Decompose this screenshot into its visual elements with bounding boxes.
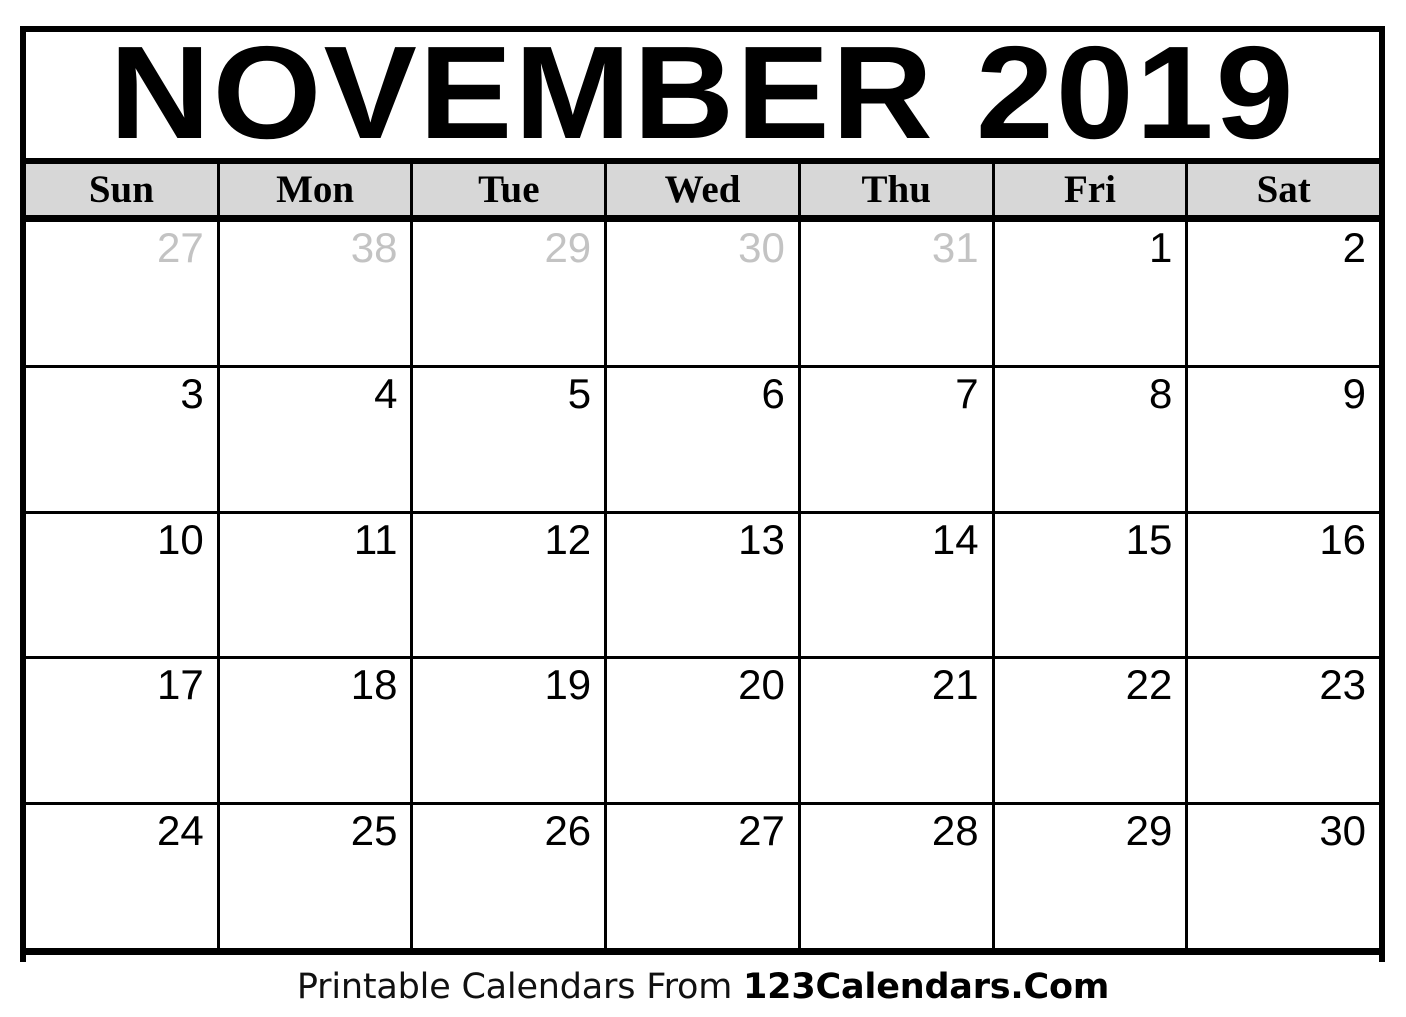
day-number: 1 [1148, 224, 1173, 271]
day-number: 16 [1319, 515, 1367, 563]
day-number: 10 [157, 515, 204, 563]
day-cell[interactable]: 19 [413, 659, 608, 803]
day-number: 9 [1342, 369, 1367, 417]
day-cell[interactable]: 25 [219, 805, 414, 948]
day-number: 26 [544, 807, 592, 855]
day-number: 20 [738, 661, 785, 709]
day-number: 25 [350, 807, 398, 855]
weekday-label: Sun [88, 168, 154, 211]
day-cell[interactable]: 23 [1188, 659, 1380, 803]
day-number: 31 [931, 224, 979, 271]
weekday-label: Sat [1256, 168, 1311, 211]
day-cell[interactable]: 16 [1188, 513, 1380, 657]
day-cell[interactable]: 5 [413, 367, 608, 511]
day-cell[interactable]: 12 [413, 513, 608, 657]
weekday-label: Wed [664, 168, 741, 211]
day-number: 7 [955, 369, 979, 417]
weekday-label: Fri [1063, 168, 1116, 211]
day-cell[interactable]: 30 [1188, 805, 1380, 948]
day-cell[interactable]: 26 [413, 805, 608, 948]
day-cell[interactable]: 28 [800, 805, 995, 948]
day-number: 15 [1125, 515, 1173, 563]
weekday-header-row: Sun Mon Tue Wed Thu Fri Sat [26, 164, 1380, 222]
day-number: 28 [931, 807, 979, 855]
weekday-header-tue: Tue [413, 164, 608, 215]
day-cell[interactable]: 18 [219, 659, 414, 803]
day-number: 11 [353, 515, 398, 563]
weekday-header-mon: Mon [219, 164, 414, 215]
day-cell[interactable]: 3 [26, 367, 220, 511]
day-number: 29 [544, 224, 592, 271]
day-number: 8 [1148, 369, 1173, 417]
week-row: 17 18 19 20 21 22 23 [26, 659, 1380, 806]
day-number: 30 [1319, 807, 1367, 855]
day-number: 38 [350, 224, 398, 271]
day-cell[interactable]: 10 [26, 513, 220, 657]
day-cell[interactable]: 27 [607, 805, 801, 948]
weekday-header-wed: Wed [607, 164, 801, 215]
calendar-title-band: NOVEMBER 2019 [26, 26, 1379, 164]
day-cell[interactable]: 22 [994, 659, 1189, 803]
day-number: 3 [180, 369, 204, 417]
day-cell[interactable]: 8 [994, 367, 1189, 511]
day-cell[interactable]: 13 [607, 513, 801, 657]
day-number: 5 [567, 369, 592, 417]
day-cell[interactable]: 21 [800, 659, 995, 803]
day-cell[interactable]: 20 [607, 659, 801, 803]
calendar-frame: NOVEMBER 2019 Sun Mon Tue Wed Thu Fri Sa… [20, 26, 1385, 962]
day-number: 27 [157, 224, 204, 271]
weekday-header-sat: Sat [1188, 164, 1380, 215]
day-cell[interactable]: 38 [219, 222, 414, 365]
day-number: 2 [1342, 224, 1367, 271]
calendar-page: NOVEMBER 2019 Sun Mon Tue Wed Thu Fri Sa… [0, 0, 1406, 1017]
day-number: 19 [544, 661, 592, 709]
day-number: 22 [1125, 661, 1173, 709]
day-number: 30 [738, 224, 785, 271]
day-cell[interactable]: 7 [800, 367, 995, 511]
weekday-label: Mon [276, 168, 355, 211]
day-number: 23 [1319, 661, 1367, 709]
day-number: 27 [738, 807, 785, 855]
day-cell[interactable]: 29 [413, 222, 608, 365]
week-row: 24 25 26 27 28 29 30 [26, 805, 1380, 948]
day-cell[interactable]: 11 [219, 513, 414, 657]
day-cell[interactable]: 24 [26, 805, 220, 948]
footer-brand-link[interactable]: 123Calendars.Com [743, 967, 1109, 1007]
day-cell[interactable]: 6 [607, 367, 801, 511]
weekday-header-thu: Thu [800, 164, 995, 215]
day-cell[interactable]: 29 [994, 805, 1189, 948]
weekday-header-sun: Sun [26, 164, 220, 215]
day-cell[interactable]: 27 [26, 222, 220, 365]
day-number: 14 [931, 515, 979, 563]
day-number: 29 [1125, 807, 1173, 855]
day-number: 21 [931, 661, 979, 709]
weekday-label: Tue [478, 168, 540, 211]
day-number: 24 [157, 807, 204, 855]
day-cell[interactable]: 30 [607, 222, 801, 365]
week-row: 3 4 5 6 7 8 9 [26, 367, 1380, 514]
week-row: 10 11 12 13 14 15 16 [26, 513, 1380, 660]
day-cell[interactable]: 1 [994, 222, 1189, 365]
day-number: 12 [544, 515, 592, 563]
day-number: 4 [374, 369, 398, 417]
day-cell[interactable]: 14 [800, 513, 995, 657]
footer-caption: Printable Calendars From [296, 967, 744, 1007]
day-cell[interactable]: 31 [800, 222, 995, 365]
page-title: NOVEMBER 2019 [109, 26, 1296, 164]
day-number: 17 [157, 661, 204, 709]
weekday-label: Thu [861, 168, 931, 211]
week-row: 27 38 29 30 31 1 2 [26, 222, 1380, 368]
day-number: 18 [350, 661, 398, 709]
day-cell[interactable]: 15 [994, 513, 1189, 657]
day-number: 6 [761, 369, 785, 417]
day-cell[interactable]: 17 [26, 659, 220, 803]
weekday-header-fri: Fri [994, 164, 1189, 215]
day-number: 13 [738, 515, 785, 563]
day-cell[interactable]: 2 [1188, 222, 1380, 365]
calendar-weeks: 27 38 29 30 31 1 2 3 4 5 6 7 8 9 10 11 1… [26, 222, 1380, 955]
day-cell[interactable]: 4 [219, 367, 414, 511]
day-cell[interactable]: 9 [1188, 367, 1380, 511]
footer: Printable Calendars From 123Calendars.Co… [0, 966, 1406, 1008]
